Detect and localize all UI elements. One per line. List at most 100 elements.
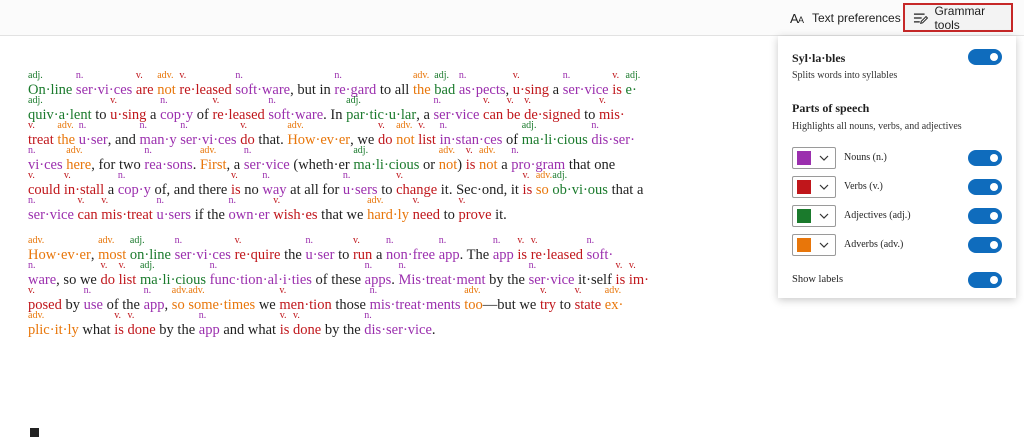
plain-text: to all <box>376 82 413 98</box>
plain-text: of these <box>311 272 365 288</box>
adjectives-color-select[interactable] <box>792 205 836 227</box>
plain-text: —but we <box>482 297 540 313</box>
pos-label: n. <box>334 70 342 81</box>
plain-text: of the <box>102 297 144 313</box>
pos-label: n. <box>83 285 92 296</box>
pos-label: v. <box>615 260 623 271</box>
verb-word: v. men·tion <box>279 286 332 314</box>
word-text: can <box>77 207 98 223</box>
plain-text: to <box>439 207 459 223</box>
pos-label: n. <box>364 310 372 321</box>
pos-label: v. <box>612 70 620 81</box>
plain-text: . <box>192 157 200 173</box>
pos-label: n. <box>268 95 276 106</box>
pos-label: v. <box>63 170 71 181</box>
plain-text: to <box>334 247 353 263</box>
noun-word: n. cop·y <box>118 171 151 199</box>
syllables-toggle[interactable] <box>968 49 1002 65</box>
word-text: not <box>438 157 458 173</box>
noun-word: n. use <box>83 286 103 314</box>
pos-label: n. <box>369 285 378 296</box>
plain-text: ) <box>457 157 466 173</box>
paragraph: adj. On·line n. ser·vi·ces v. are adv. not v… <box>28 71 733 232</box>
noun-word: n. ser·vi·ces <box>76 71 132 99</box>
plain-text: , <box>90 247 99 263</box>
pos-label: n. <box>117 170 126 181</box>
plain-text: . In <box>323 107 347 123</box>
plain-text: what <box>78 322 115 338</box>
word-text: app <box>143 297 165 313</box>
pos-label: adj. <box>28 95 43 106</box>
adverb-word: adv. not <box>396 121 415 149</box>
noun-word: n. soft· <box>587 236 614 264</box>
pos-label: v. <box>28 285 35 296</box>
word-text: app <box>438 247 460 263</box>
show-labels-toggle[interactable] <box>968 272 1002 288</box>
adverb-word: adv. too <box>464 286 483 314</box>
plain-text: the <box>280 247 306 263</box>
pos-label: n. <box>305 235 313 246</box>
plain-text: . <box>391 272 399 288</box>
text-line: v. treat adv. the n. u·ser, and n. man·y n. s… <box>28 121 733 157</box>
svg-text:A: A <box>798 15 804 25</box>
verb-word: v. are <box>136 71 154 99</box>
pos-label: n. <box>139 120 148 131</box>
pos-label: n. <box>243 145 252 156</box>
grammar-tools-button[interactable]: Grammar tools <box>903 3 1013 32</box>
pos-label: v. <box>530 235 538 246</box>
pos-label: adv. <box>396 120 413 131</box>
pos-label: v. <box>101 195 109 206</box>
chevron-down-icon <box>819 242 829 248</box>
plain-text: it. <box>491 207 507 223</box>
word-text: list <box>418 132 436 148</box>
verb-word: v. do <box>100 261 115 289</box>
pos-label: v. <box>240 120 248 131</box>
nouns-color-select[interactable] <box>792 147 836 169</box>
pos-label: v. <box>279 310 287 321</box>
pos-label: v. <box>483 95 490 106</box>
text-line: n. ser·vice v. can v. mis·treat n. u·sers if… <box>28 196 733 232</box>
pos-label: adv. <box>98 235 115 246</box>
chevron-down-icon <box>819 213 829 219</box>
noun-word: n. soft·ware <box>235 71 290 99</box>
word-text: done <box>293 322 322 338</box>
verb-word: v. mis·treat <box>101 196 153 224</box>
pos-label: v. <box>100 260 108 271</box>
word-text: e· <box>625 82 637 98</box>
word-text: men·tion <box>279 297 332 313</box>
pos-label: n. <box>75 70 84 81</box>
verb-word: v. is <box>523 171 533 199</box>
nouns-toggle[interactable] <box>968 150 1002 166</box>
pos-label: n. <box>591 120 599 131</box>
word-text: use <box>83 297 103 313</box>
adverbs-toggle[interactable] <box>968 237 1002 253</box>
pos-label: adv. <box>287 120 304 131</box>
word-text: do <box>100 272 115 288</box>
word-text: mis·treat <box>101 207 153 223</box>
word-text: ob·vi·ous <box>552 182 608 198</box>
verbs-color-select[interactable] <box>792 176 836 198</box>
verb-word: v. try <box>540 286 556 314</box>
word-text: re·quire <box>234 247 281 263</box>
verbs-toggle[interactable] <box>968 179 1002 195</box>
pos-label: n. <box>156 195 164 206</box>
verb-word: v. is <box>466 146 476 174</box>
adverb-word: adv. How·ev·er <box>287 121 350 149</box>
pos-label: v. <box>522 170 530 181</box>
adverbs-color-select[interactable] <box>792 234 836 256</box>
text-preferences-button[interactable]: AA Text preferences <box>790 3 902 32</box>
word-text: need <box>412 207 440 223</box>
word-text: prove <box>458 207 492 223</box>
verb-word: v. list <box>418 121 436 149</box>
pos-label: adv. <box>171 285 189 296</box>
noun-word: n. u·ser <box>305 236 334 264</box>
adjectives-toggle[interactable] <box>968 208 1002 224</box>
adjective-word: adj. e· <box>625 71 641 99</box>
verb-word: v. be <box>507 96 521 124</box>
pos-label: n. <box>144 145 152 156</box>
noun-word: n. u·ser <box>79 121 108 149</box>
plain-text: that we <box>317 207 368 223</box>
pos-label: v. <box>127 310 135 321</box>
verb-word: v. prove <box>458 196 492 224</box>
pos-label: adj. <box>28 70 43 81</box>
